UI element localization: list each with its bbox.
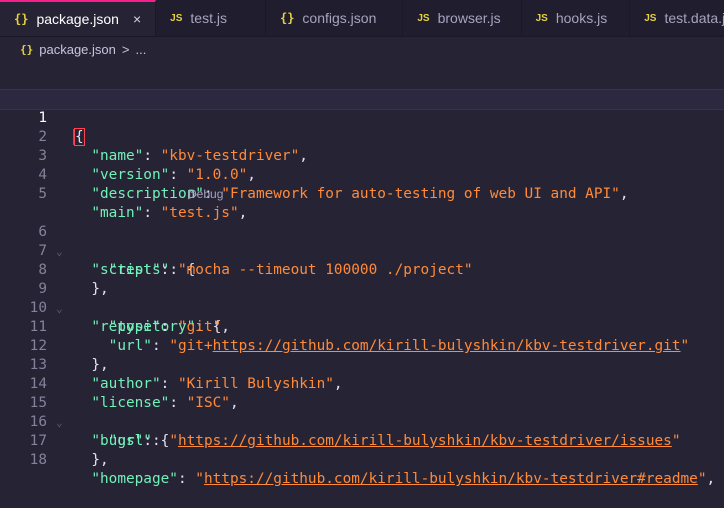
code-line: 16 "url": "https://github.com/kirill-bul… — [0, 394, 724, 449]
tab-browser-js[interactable]: JS browser.js — [403, 0, 522, 36]
close-icon[interactable]: × — [133, 11, 141, 27]
line-number: 18 — [29, 452, 47, 468]
tab-hooks-js[interactable]: JS hooks.js — [522, 0, 631, 36]
js-file-icon: JS — [170, 12, 183, 24]
tab-test-js[interactable]: JS test.js — [156, 0, 266, 36]
code-line: 5 "main": "test.js", — [0, 166, 724, 221]
code-line: 2 "name": "kbv-testdriver", — [0, 109, 724, 164]
code-line: 3 "version": "1.0.0", — [0, 128, 724, 183]
js-file-icon: JS — [535, 12, 548, 24]
code-line: 15 ⌄ "bugs": { — [0, 375, 724, 449]
url-link[interactable]: https://github.com/kirill-bulyshkin/kbv-… — [204, 471, 698, 487]
tab-configs-json[interactable]: {} configs.json — [266, 0, 404, 36]
code-editor[interactable]: 1 { 2 "name": "kbv-testdriver", 3 "versi… — [0, 89, 724, 487]
json-key: "homepage" — [91, 471, 178, 487]
code-line: 4 "description": "Framework for auto-tes… — [0, 147, 724, 202]
code-line: 10 "type": "git", — [0, 280, 724, 335]
breadcrumb-more[interactable]: ... — [135, 42, 146, 57]
code-line: 11 "url": "git+https://github.com/kirill… — [0, 299, 724, 354]
code-line: 18 "homepage": "https://github.com/kiril… — [0, 432, 724, 487]
json-value: " — [697, 471, 707, 487]
editor-tab-bar: {} package.json × JS test.js {} configs.… — [0, 0, 724, 37]
tab-label: browser.js — [437, 10, 501, 26]
json-file-icon: {} — [20, 42, 34, 56]
tab-label: package.json — [36, 11, 119, 27]
code-line: 1 { — [0, 89, 724, 146]
chevron-right-icon: > — [121, 41, 130, 57]
breadcrumb-file[interactable]: package.json — [39, 42, 116, 57]
tab-label: hooks.js — [555, 10, 608, 26]
tab-test-data-js[interactable]: JS test.data.js — [630, 0, 724, 36]
json-file-icon: {} — [14, 12, 29, 26]
tab-label: test.js — [190, 10, 227, 26]
code-line: 17 }, — [0, 413, 724, 468]
debug-codelens[interactable]: ▷ Debug — [0, 185, 724, 204]
code-line: 9 ⌄ "repository": { — [0, 261, 724, 335]
code-line: 6 ⌄ "scripts": { — [0, 204, 724, 278]
code-line: 13 "author": "Kirill Bulyshkin", — [0, 337, 724, 392]
js-file-icon: JS — [417, 12, 430, 24]
code-line: 7 "test": "mocha --timeout 100000 ./proj… — [0, 223, 724, 278]
tab-label: test.data.js — [664, 10, 724, 26]
code-line: 12 }, — [0, 318, 724, 373]
code-line: 14 "license": "ISC", — [0, 356, 724, 411]
tab-label: configs.json — [302, 10, 377, 26]
debug-label[interactable]: Debug — [188, 185, 223, 204]
json-file-icon: {} — [279, 11, 295, 25]
js-file-icon: JS — [644, 12, 657, 24]
code-line: 8 }, — [0, 242, 724, 297]
json-value: " — [195, 471, 204, 487]
breadcrumb: {} package.json > ... — [0, 36, 724, 62]
tab-package-json[interactable]: {} package.json × — [0, 0, 157, 36]
